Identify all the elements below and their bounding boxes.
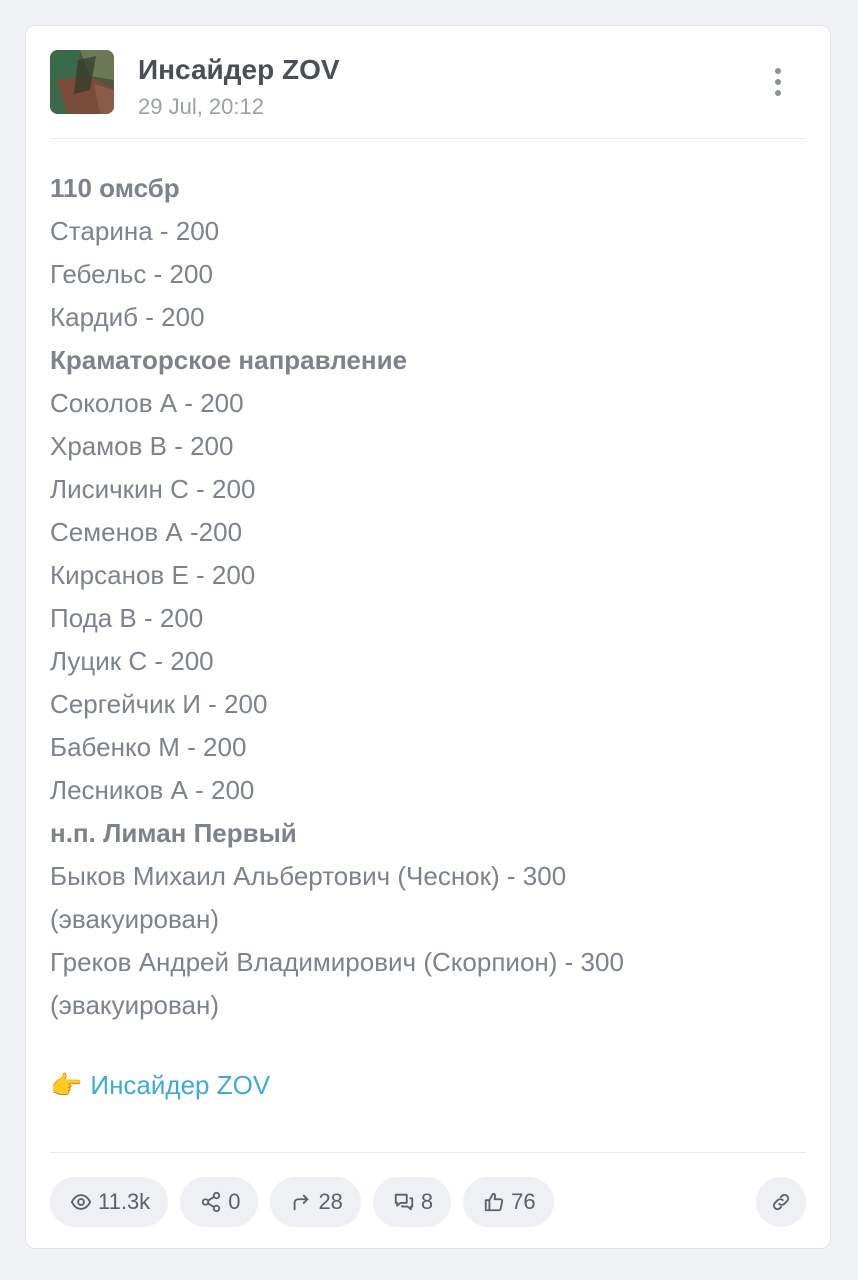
post-line: Бабенко М - 200 [50,732,247,762]
post-line-heading: Краматорское направление [50,345,408,375]
shares-button[interactable]: 0 [180,1177,259,1227]
menu-dot [775,68,781,74]
post-line: Семенов А -200 [50,517,243,547]
channel-name[interactable]: Инсайдер ZOV [138,54,340,86]
copy-link-button[interactable] [756,1177,806,1227]
post-line-heading: н.п. Лиман Первый [50,818,297,848]
thumbs-up-icon [485,1192,504,1212]
comments-count: 8 [420,1189,434,1214]
channel-link-text[interactable]: Инсайдер ZOV [90,1064,270,1107]
comments-button[interactable]: 8 [372,1177,452,1227]
likes-count: 76 [511,1189,536,1214]
forwards-button[interactable]: 28 [270,1177,361,1227]
post-line-heading: 110 омсбр [50,173,180,203]
comments-icon [394,1193,414,1211]
channel-link[interactable]: 👉 Инсайдер ZOV [50,1064,270,1107]
views-button[interactable]: 11.3k [50,1177,169,1227]
post-line: Соколов А - 200 [50,388,244,418]
more-vertical-icon[interactable] [764,62,792,102]
forwards-count: 28 [318,1189,343,1214]
menu-dot [775,90,781,96]
post-header: Инсайдер ZOV 29 Jul, 20:12 [50,50,806,139]
post-line: Лисичкин С - 200 [50,474,256,504]
post-line: Быков Михаил Альбертович (Чеснок) - 300 … [50,861,567,934]
post-line: Гебельс - 200 [50,259,213,289]
post-line: Пода В - 200 [50,603,204,633]
post-line: Сергейчик И - 200 [50,689,268,719]
pointing-hand-icon: 👉 [50,1070,83,1100]
post-line: Кирсанов Е - 200 [50,560,256,590]
post-line: Старина - 200 [50,216,220,246]
post-date: 29 Jul, 20:12 [138,94,264,119]
likes-button[interactable]: 76 [463,1177,554,1227]
footer-divider [50,1152,806,1153]
post-line: Греков Андрей Владимирович (Скорпион) - … [50,947,624,1020]
menu-dot [775,79,781,85]
channel-avatar[interactable] [50,50,114,114]
forward-arrow-icon [294,1194,309,1211]
post-line: Лесников А - 200 [50,775,255,805]
post-body: 110 омсбр Старина - 200 Гебельс - 200 Ка… [50,167,740,1027]
link-icon [772,1193,790,1211]
views-count: 11.3k [98,1189,151,1214]
post-line: Луцик С - 200 [50,646,214,676]
shares-count: 0 [228,1189,241,1214]
post-stats: 11.3k 0 28 8 76 [50,1177,554,1227]
post-card: Инсайдер ZOV 29 Jul, 20:12 110 омсбр Ста… [25,25,831,1249]
avatar-image [50,50,114,114]
post-line: Храмов В - 200 [50,431,234,461]
share-nodes-icon [202,1191,221,1213]
eye-icon [70,1194,92,1210]
post-line: Кардиб - 200 [50,302,205,332]
